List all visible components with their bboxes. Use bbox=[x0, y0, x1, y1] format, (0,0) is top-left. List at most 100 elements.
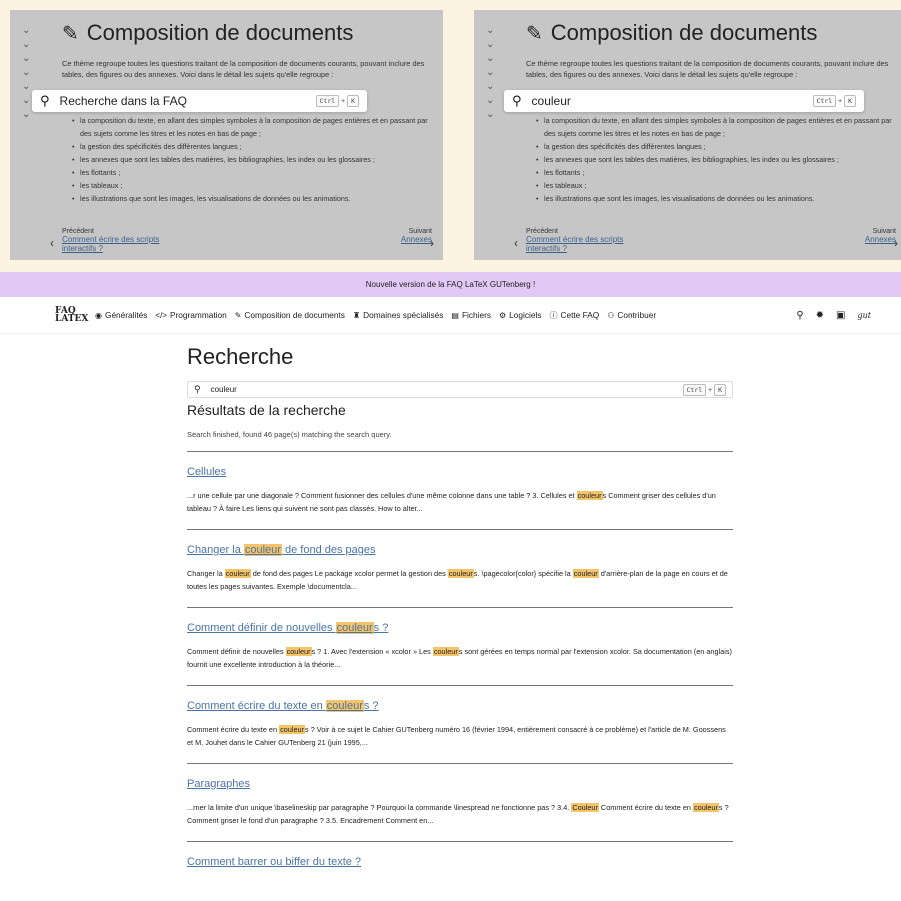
search-icon: ⚲ bbox=[194, 384, 201, 394]
highlight: couleur bbox=[243, 544, 282, 556]
nav-cette-faq[interactable]: ⓘ Cette FAQ bbox=[549, 310, 599, 321]
title-text: Composition de documents bbox=[86, 20, 354, 45]
edit-icon: ✎ bbox=[62, 22, 79, 45]
highlight: couleur bbox=[572, 569, 599, 578]
divider bbox=[187, 451, 733, 452]
result-title-link[interactable]: Comment barrer ou biffer du texte ? bbox=[187, 856, 733, 868]
nav-contribuer[interactable]: ⚇ Contribuer bbox=[607, 310, 656, 320]
list-item: la gestion des spécificités des différen… bbox=[536, 140, 901, 153]
nav-domaines[interactable]: ♜ Domaines spécialisés bbox=[353, 310, 443, 320]
next-link[interactable]: Suivant Annexes bbox=[865, 228, 896, 244]
list-item: les annexes que sont les tables des mati… bbox=[72, 153, 440, 166]
list-item: les illustrations que sont les images, l… bbox=[536, 192, 901, 205]
chevron-down-icon[interactable]: ⌄ bbox=[486, 38, 500, 52]
building-icon: ♜ bbox=[352, 310, 361, 320]
chevron-down-icon[interactable]: ⌄ bbox=[486, 94, 500, 108]
result-title-link[interactable]: Changer la couleur de fond des pages bbox=[187, 544, 733, 556]
prev-link[interactable]: Précédent Comment écrire des scripts int… bbox=[62, 228, 192, 253]
main-content: Recherche ⚲ couleur Ctrl + K Résultats de … bbox=[187, 344, 733, 868]
intro-text: Ce thème regroupe toutes les questions t… bbox=[526, 59, 889, 79]
result-snippet: ...rner la limite d'un unique \baselines… bbox=[187, 803, 729, 825]
chevron-down-icon[interactable]: ⌄ bbox=[22, 38, 36, 52]
search-result: Comment barrer ou biffer du texte ? bbox=[187, 856, 733, 868]
search-status: Search finished, found 46 page(s) matchi… bbox=[187, 430, 392, 439]
chevron-down-icon[interactable]: ⌄ bbox=[22, 52, 36, 66]
search-value: couleur bbox=[531, 94, 571, 108]
top-navbar: FAQ LATEX ◉ Généralités </> Programmation … bbox=[0, 297, 901, 334]
nav-logiciels[interactable]: ⚙ Logiciels bbox=[499, 310, 541, 320]
page-title: ✎ Composition de documents bbox=[62, 20, 353, 46]
list-item: les flottants ; bbox=[536, 166, 901, 179]
search-result: Cellules ...r une cellule par une diagona… bbox=[187, 466, 733, 515]
highlight: couleur bbox=[224, 569, 251, 578]
faq-latex-logo[interactable]: FAQ LATEX bbox=[55, 307, 88, 324]
list-item: la composition du texte, en allant des s… bbox=[536, 114, 901, 140]
chevron-down-icon[interactable]: ⌄ bbox=[22, 24, 36, 38]
chevron-left-icon[interactable]: ‹ bbox=[514, 236, 518, 250]
highlight: Couleur bbox=[571, 803, 599, 812]
result-title-link[interactable]: Paragraphes bbox=[187, 778, 733, 790]
result-title-link[interactable]: Comment écrire du texte en couleurs ? bbox=[187, 700, 733, 712]
search-result: Comment écrire du texte en couleurs ? Com… bbox=[187, 700, 733, 749]
chevron-down-icon[interactable]: ⌄ bbox=[486, 52, 500, 66]
announcement-banner[interactable]: Nouvelle version de la FAQ LaTeX GUTenbe… bbox=[0, 272, 901, 297]
search-icon: ⚲ bbox=[40, 93, 50, 108]
prev-link[interactable]: Précédent Comment écrire des scripts int… bbox=[526, 228, 656, 253]
gutenberg-logo[interactable]: gut bbox=[858, 311, 872, 320]
list-item: les tableaux ; bbox=[72, 179, 440, 192]
highlight: couleur bbox=[279, 725, 306, 734]
search-input[interactable]: ⚲ couleur Ctrl + K bbox=[187, 381, 733, 398]
nav-programmation[interactable]: </> Programmation bbox=[155, 310, 226, 320]
keyboard-shortcut: Ctrl + K bbox=[682, 383, 726, 396]
list-item: la composition du texte, en allant des s… bbox=[72, 114, 440, 140]
result-snippet: Changer la couleur de fond des pages Le … bbox=[187, 569, 728, 591]
result-title-link[interactable]: Comment définir de nouvelles couleurs ? bbox=[187, 622, 733, 634]
chevron-down-icon[interactable]: ⌄ bbox=[486, 108, 500, 122]
navbar-actions: ⚲ ✹ ▣ gut bbox=[796, 297, 871, 334]
handshake-icon: ⚇ bbox=[607, 310, 615, 320]
nav-fichiers[interactable]: ▤ Fichiers bbox=[451, 310, 491, 320]
keyboard-shortcut: Ctrl + K bbox=[812, 95, 856, 107]
highlight: couleur bbox=[325, 700, 364, 712]
search-value: couleur bbox=[210, 385, 237, 394]
nav-generalites[interactable]: ◉ Généralités bbox=[95, 310, 147, 320]
topic-list: la composition du texte, en allant des s… bbox=[72, 110, 440, 205]
chevron-right-icon[interactable]: › bbox=[894, 236, 898, 250]
chevron-down-icon[interactable]: ⌄ bbox=[486, 80, 500, 94]
code-icon: </> bbox=[155, 310, 167, 320]
nav-composition[interactable]: ✎ Composition de documents bbox=[235, 310, 345, 320]
chevron-down-icon[interactable]: ⌄ bbox=[22, 66, 36, 80]
chevron-right-icon[interactable]: › bbox=[430, 236, 434, 250]
search-input[interactable]: ⚲ couleur Ctrl + K bbox=[504, 90, 864, 112]
result-title-link[interactable]: Cellules bbox=[187, 466, 733, 478]
list-item: les tableaux ; bbox=[536, 179, 901, 192]
file-icon: ▤ bbox=[451, 310, 459, 320]
edit-icon: ✎ bbox=[526, 22, 543, 45]
divider bbox=[187, 841, 733, 842]
chevron-down-icon[interactable]: ⌄ bbox=[486, 24, 500, 38]
next-link[interactable]: Suivant Annexes bbox=[401, 228, 432, 244]
faq-page: Nouvelle version de la FAQ LaTeX GUTenbe… bbox=[0, 272, 901, 901]
result-snippet: Comment définir de nouvelles couleurs ? … bbox=[187, 647, 732, 669]
list-item: la gestion des spécificités des différen… bbox=[72, 140, 440, 153]
search-result: Paragraphes ...rner la limite d'un unique… bbox=[187, 778, 733, 827]
search-input[interactable]: ⚲ Recherche dans la FAQ Ctrl + K bbox=[32, 90, 367, 112]
divider bbox=[187, 607, 733, 608]
book-icon[interactable]: ▣ bbox=[836, 310, 845, 321]
keyboard-shortcut: Ctrl + K bbox=[315, 95, 359, 107]
highlight: couleur bbox=[432, 647, 459, 656]
chevron-left-icon[interactable]: ‹ bbox=[50, 236, 54, 250]
results-heading: Résultats de la recherche bbox=[187, 402, 346, 418]
gears-icon: ⚙ bbox=[499, 310, 507, 320]
page-title: Recherche bbox=[187, 344, 294, 369]
compass-icon: ◉ bbox=[95, 310, 102, 320]
page-title: ✎ Composition de documents bbox=[526, 20, 817, 46]
intro-text: Ce thème regroupe toutes les questions t… bbox=[62, 59, 425, 79]
search-icon[interactable]: ⚲ bbox=[796, 310, 803, 321]
search-result: Changer la couleur de fond des pages Chan… bbox=[187, 544, 733, 593]
theme-toggle-icon[interactable]: ✹ bbox=[816, 310, 824, 321]
chevron-down-icon[interactable]: ⌄ bbox=[486, 66, 500, 80]
title-text: Composition de documents bbox=[550, 20, 818, 45]
result-snippet: Comment écrire du texte en couleurs ? Vo… bbox=[187, 725, 726, 747]
search-icon: ⚲ bbox=[512, 93, 522, 108]
